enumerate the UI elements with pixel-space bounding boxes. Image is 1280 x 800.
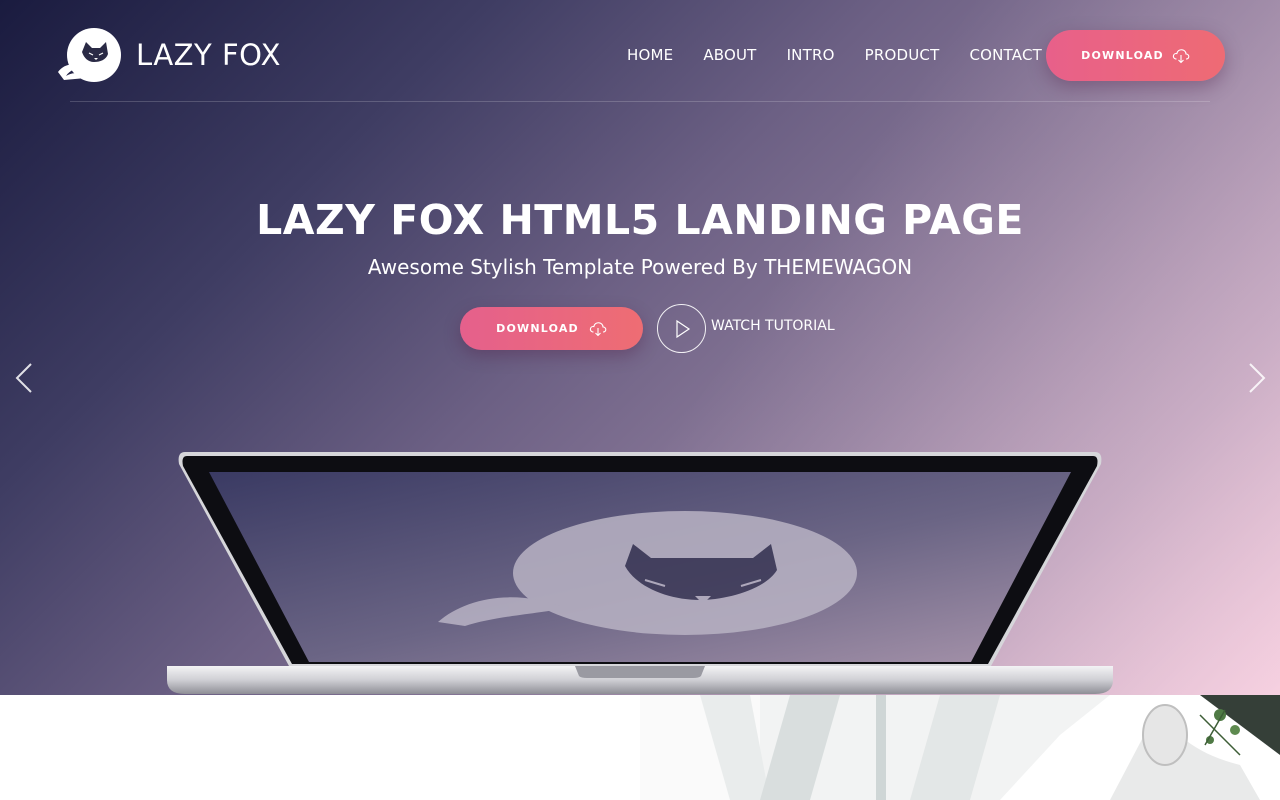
nav-home[interactable]: HOME <box>612 44 688 66</box>
chevron-left-icon[interactable] <box>13 362 35 394</box>
hero-download-button[interactable]: DOWNLOAD <box>460 307 643 350</box>
main-nav: HOME ABOUT INTRO PRODUCT CONTACT <box>612 44 1057 66</box>
hero-title: LAZY FOX HTML5 LANDING PAGE <box>256 196 1024 244</box>
hero-download-label: DOWNLOAD <box>496 322 579 335</box>
fox-logo-icon <box>58 28 121 82</box>
laptop-mockup <box>167 452 1113 694</box>
nav-intro[interactable]: INTRO <box>772 44 850 66</box>
nav-product[interactable]: PRODUCT <box>850 44 955 66</box>
workspace-photo <box>640 695 1280 800</box>
nav-contact[interactable]: CONTACT <box>954 44 1057 66</box>
cloud-download-icon <box>589 321 607 336</box>
play-tutorial-button[interactable] <box>657 304 706 353</box>
header-download-button[interactable]: DOWNLOAD <box>1046 30 1225 81</box>
below-section <box>0 695 1280 800</box>
cloud-download-icon <box>1172 48 1190 63</box>
nav-about[interactable]: ABOUT <box>688 44 771 66</box>
hero-subtitle: Awesome Stylish Template Powered By THEM… <box>367 255 913 279</box>
hero-section: LAZY FOX HOME ABOUT INTRO PRODUCT CONTAC… <box>0 0 1280 695</box>
header-download-label: DOWNLOAD <box>1081 49 1164 62</box>
brand-logo[interactable]: LAZY FOX <box>54 28 281 82</box>
watch-tutorial-link[interactable]: WATCH TUTORIAL <box>711 318 835 334</box>
header-divider <box>70 101 1210 102</box>
site-header: LAZY FOX HOME ABOUT INTRO PRODUCT CONTAC… <box>0 0 1280 102</box>
chevron-right-icon[interactable] <box>1246 362 1268 394</box>
brand-name: LAZY FOX <box>136 38 281 72</box>
play-icon <box>675 319 690 338</box>
